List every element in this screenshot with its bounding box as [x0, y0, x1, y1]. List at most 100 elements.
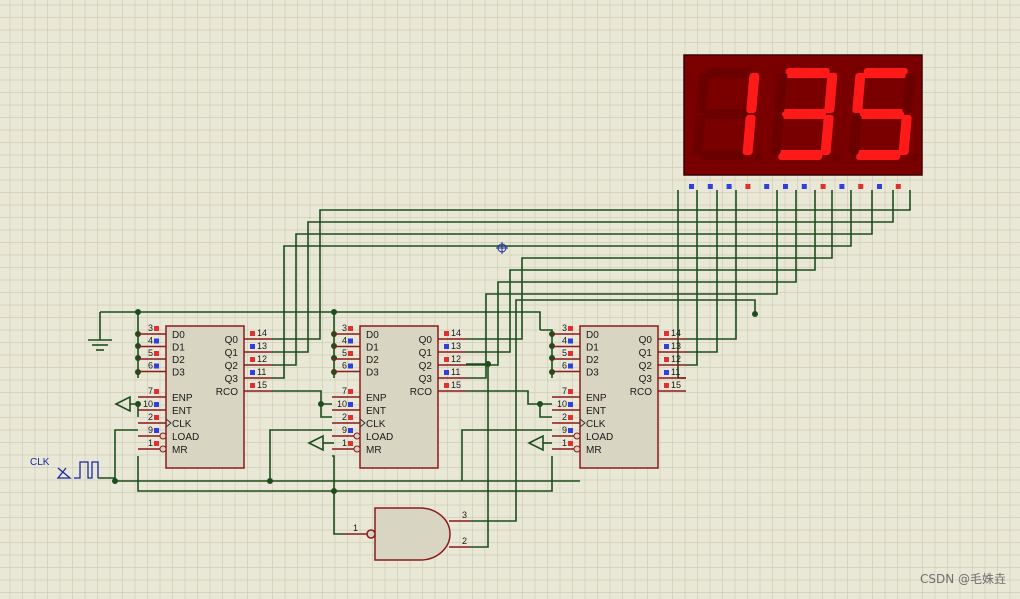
pin-number: 4: [342, 336, 347, 346]
pin-marker: [348, 428, 353, 433]
clock-label: CLK: [30, 457, 50, 468]
pin-marker: [444, 357, 449, 362]
seven-segment-display: [683, 54, 923, 189]
display-pin: [820, 184, 826, 189]
pin-number: 13: [257, 341, 267, 351]
pin-number: 6: [148, 361, 153, 371]
pin-label: D1: [586, 343, 599, 354]
pin-number: 11: [257, 367, 266, 377]
pin-marker: [568, 402, 573, 407]
pin-number: 14: [671, 328, 681, 338]
pin-number: 2: [148, 412, 153, 422]
pin-marker: [154, 402, 159, 407]
pin-label: D0: [366, 330, 379, 341]
pin-number: 15: [257, 380, 267, 390]
display-pin: [745, 184, 751, 189]
wire-junction: [135, 355, 141, 361]
pin-label: ENT: [366, 406, 386, 417]
pin-marker: [348, 351, 353, 356]
decimal-point: [754, 154, 763, 161]
pin-label: D2: [586, 355, 599, 366]
decimal-point: [910, 154, 919, 161]
wire: [98, 477, 580, 482]
pin-label: ENP: [586, 393, 607, 404]
pin-marker: [664, 383, 669, 388]
inversion-bubble: [353, 445, 361, 453]
segment-g: [859, 109, 905, 119]
pin-label: D0: [172, 330, 185, 341]
pin-label: Q1: [419, 348, 433, 359]
pin-marker: [568, 389, 573, 394]
pin-marker: [154, 338, 159, 344]
pin-marker: [250, 383, 255, 388]
pin-number: 14: [257, 328, 267, 338]
pin-number: 1: [342, 438, 347, 448]
pin-marker: [154, 326, 159, 331]
inversion-bubble: [159, 432, 167, 440]
pin-marker: [444, 331, 449, 336]
pin-label: Q2: [419, 361, 433, 372]
pin-number: 9: [562, 425, 567, 435]
pin-label: D3: [586, 368, 599, 379]
display-pin: [783, 184, 788, 189]
pin-label: MR: [366, 445, 382, 456]
wire: [114, 429, 138, 481]
pin-number: 12: [257, 354, 267, 364]
display-pin: [726, 184, 732, 189]
inversion-bubble: [159, 445, 167, 453]
pin-number: 2: [562, 412, 567, 422]
counter-ic-3: 3 D0 4 D1 5 D2 6 D3 7 ENP 10 ENT 2 CLK 9 LOAD 1 MR 14 Q0 13 Q…: [552, 323, 686, 469]
pin-marker: [348, 402, 353, 407]
gate-body: [374, 507, 451, 561]
inversion-bubble: [366, 529, 376, 539]
display-pin: [689, 184, 694, 189]
pin-number: 3: [462, 510, 467, 520]
segment-d: [700, 150, 745, 160]
wire: [686, 190, 718, 353]
pin-label: D3: [172, 368, 185, 379]
decimal-point: [832, 154, 841, 161]
pin-number: 15: [451, 380, 461, 390]
pin-marker: [154, 363, 159, 369]
pin-number: 9: [342, 425, 347, 435]
pin-number: 10: [557, 399, 567, 409]
pin-number: 4: [148, 336, 153, 346]
pin-label: D1: [366, 343, 379, 354]
pin-label: RCO: [630, 387, 652, 398]
wire-junction: [752, 311, 758, 317]
pin-number: 5: [148, 348, 153, 358]
pin-label: LOAD: [586, 432, 613, 443]
pin-number: 3: [148, 323, 153, 333]
pin-marker: [250, 357, 255, 362]
inversion-bubble: [573, 445, 581, 453]
display-pin: [801, 184, 807, 189]
pin-marker: [154, 351, 159, 356]
pin-marker: [444, 383, 449, 388]
pin-label: CLK: [366, 419, 386, 430]
nand-gate: 1 3 2: [345, 507, 470, 561]
pin-number: 1: [562, 438, 567, 448]
logic-high-arrow-icon: [527, 434, 544, 452]
display-pin: [895, 184, 901, 189]
square-wave-icon: [74, 461, 99, 479]
pin-number: 2: [342, 412, 347, 422]
pin-label: D3: [366, 368, 379, 379]
pin-marker: [154, 441, 159, 446]
pin-label: RCO: [410, 387, 432, 398]
pin-label: Q3: [225, 374, 239, 385]
segment-d: [856, 150, 901, 160]
logic-high-arrow-icon: [114, 395, 131, 413]
pin-label: Q0: [419, 335, 433, 346]
pin-label: Q2: [225, 361, 239, 372]
pin-number: 11: [451, 367, 460, 377]
inversion-bubble: [353, 432, 361, 440]
pin-marker: [664, 331, 669, 336]
pin-label: RCO: [216, 387, 238, 398]
display-pin: [764, 184, 770, 189]
pin-marker: [154, 428, 159, 433]
pin-label: CLK: [586, 419, 606, 430]
pin-number: 9: [148, 425, 153, 435]
pin-marker: [348, 363, 353, 369]
display-pin: [858, 184, 864, 189]
pin-number: 15: [671, 380, 681, 390]
